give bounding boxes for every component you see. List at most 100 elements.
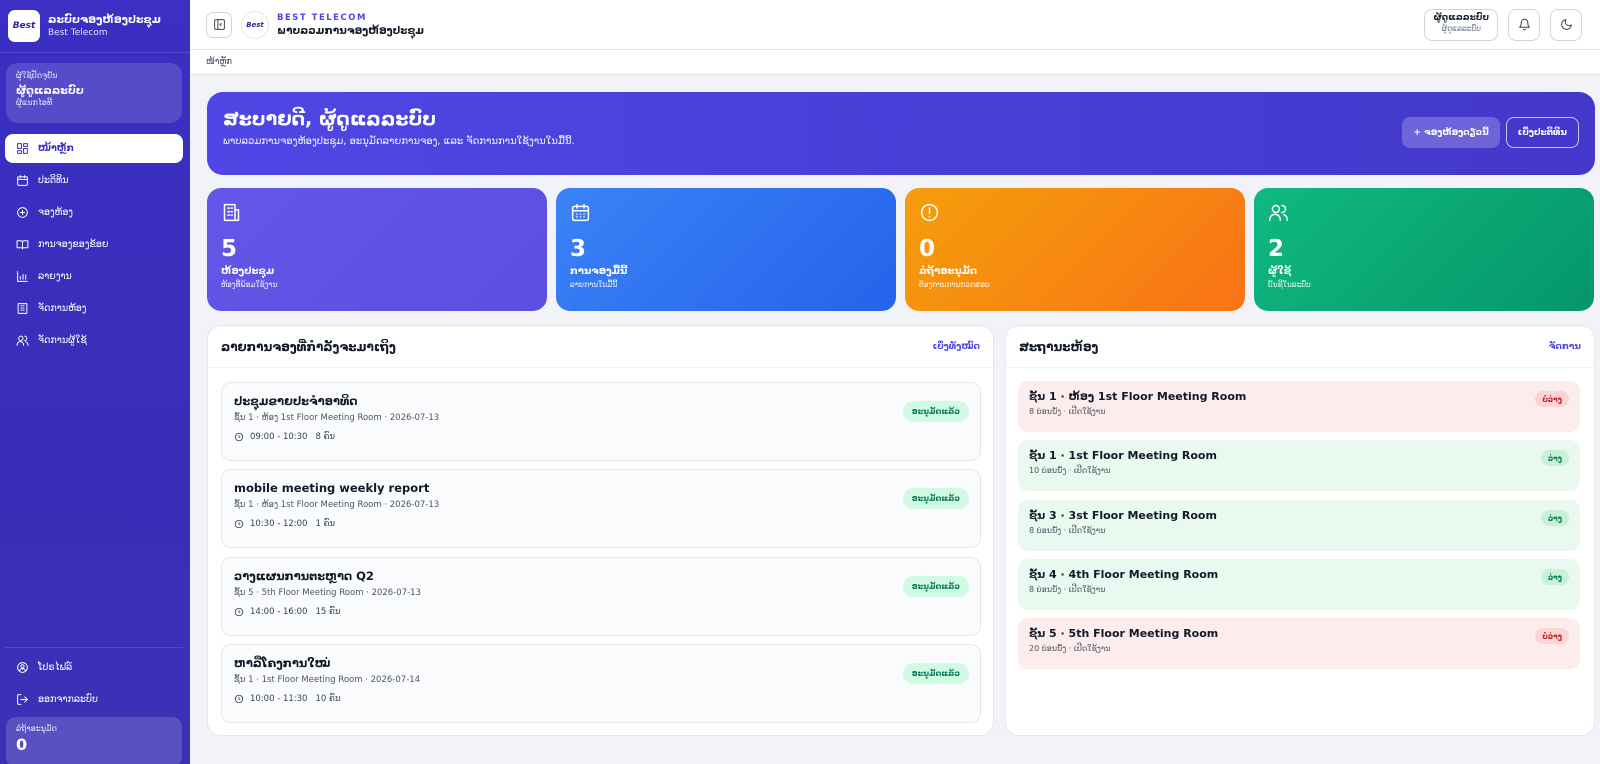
sidebar-item-manage-rooms[interactable]: ຈັດການຫ້ອງ (5, 294, 183, 323)
view-all-link[interactable]: ເບິ່ງທັງໝົດ (933, 342, 980, 352)
current-user-name: ຜູ້ດູແລລະບົບ (16, 84, 84, 97)
user-menu-button[interactable]: ຜູ້ດູແລລະບົບ ຜູ້ດູແລລະບົບ (1424, 8, 1498, 41)
booking-attendees: 10 ຄົນ (315, 694, 341, 704)
welcome-title: ສະບາຍດີ, ຜູ້ດູແລລະບົບ (223, 108, 437, 130)
sidebar-item-manage-users[interactable]: ຈັດການຜູ້ໃຊ້ (5, 326, 183, 355)
sidebar-item-profile[interactable]: ໂປຣໄຟລ໌ (5, 653, 183, 682)
clock-icon (234, 432, 244, 442)
topbar: Best BEST TELECOM ພາບລວມການຈອງຫ້ອງປະຊຸມ … (190, 0, 1600, 50)
booking-location: ຊັ້ນ 1 · 1st Floor Meeting Room · 2026-0… (234, 675, 421, 685)
company-logo: Best (241, 10, 269, 39)
panel-title: ສະຖານະຫ້ອງ (1019, 339, 1099, 354)
booking-title: ຫາລືໂຄງການໃໝ່ (234, 656, 331, 670)
dashboard-icon (15, 142, 29, 156)
current-user-card: ຜູ້ໃຊ້ປັດຈຸບັນ ຜູ້ດູແລລະບົບ ຜູ້ແນກໄອທີ (6, 63, 182, 123)
pending-count: 0 (16, 735, 28, 754)
building-icon (221, 202, 533, 227)
view-calendar-button[interactable]: ເບິ່ງປະຕິທິນ (1505, 117, 1579, 148)
stat-title: ຜູ້ໃຊ້ (1268, 266, 1292, 277)
room-status-badge: ວ່າງ (1540, 510, 1569, 526)
stat-title: ລໍຖ້າອະນຸມັດ (919, 266, 978, 277)
sidebar-item-calendar[interactable]: ປະຕິທິນ (5, 166, 183, 195)
user-role: ຜູ້ດູແລລະບົບ (1441, 23, 1481, 33)
room-name: ຊັ້ນ 5 · 5th Floor Meeting Room (1029, 627, 1219, 640)
logout-icon (15, 693, 29, 707)
status-badge: ອະນຸມັດແລ້ວ (902, 576, 969, 597)
panel-title: ລາຍການຈອງທີ່ກຳລັງຈະມາເຖິງ (221, 339, 396, 354)
sidebar-item-logout[interactable]: ອອກຈາກລະບົບ (5, 685, 183, 714)
booking-attendees: 8 ຄົນ (315, 432, 336, 442)
sidebar-item-label: ລາຍງານ (38, 271, 72, 282)
booking-title: ວາງແຜນການຕະຫຼາດ Q2 (234, 569, 374, 583)
clock-icon (234, 519, 244, 529)
stat-title: ການຈອງມື້ນີ້ (570, 266, 628, 277)
brand-title: ລະບົບຈອງຫ້ອງປະຊຸມ (48, 12, 161, 26)
sidebar-item-my-bookings[interactable]: ການຈອງຂອງຂ້ອຍ (5, 230, 183, 259)
moon-icon (1560, 19, 1572, 30)
booking-title: mobile meeting weekly report (234, 481, 430, 495)
calendar-icon (570, 202, 882, 227)
calendar-icon (15, 174, 29, 188)
room-status-badge: ບໍ່ວ່າງ (1535, 628, 1569, 644)
theme-toggle-button[interactable] (1550, 8, 1582, 41)
room-name: ຊັ້ນ 1 · 1st Floor Meeting Room (1029, 449, 1217, 462)
stat-value: 3 (570, 236, 587, 262)
book-icon (15, 238, 29, 252)
room-details: 20 ບ່ອນນັ່ງ · ເປີດໃຊ້ງານ (1029, 644, 1111, 653)
brand[interactable]: Best ລະບົບຈອງຫ້ອງປະຊຸມ Best Telecom (0, 0, 190, 53)
toggle-sidebar-button[interactable] (206, 11, 232, 38)
status-badge: ອະນຸມັດແລ້ວ (902, 401, 969, 422)
stat-card-pending[interactable]: 0 ລໍຖ້າອະນຸມັດ ຕ້ອງການການກວດສອບ (905, 188, 1245, 311)
user-circle-icon (15, 661, 29, 675)
page-title: ພາບລວມການຈອງຫ້ອງປະຊຸມ (277, 24, 425, 37)
stat-subtitle: ລາຍການໃນມື້ນີ້ (570, 280, 618, 289)
room-status-item[interactable]: ຊັ້ນ 1 · 1st Floor Meeting Room 10 ບ່ອນນ… (1018, 440, 1580, 491)
room-details: 8 ບ່ອນນັ່ງ · ເປີດໃຊ້ງານ (1029, 585, 1106, 594)
stat-subtitle: ບັນຊີໃນລະບົບ (1268, 280, 1311, 289)
stat-subtitle: ຕ້ອງການການກວດສອບ (919, 280, 990, 289)
sidebar-item-book-room[interactable]: ຈອງຫ້ອງ (5, 198, 183, 227)
room-status-item[interactable]: ຊັ້ນ 4 · 4th Floor Meeting Room 8 ບ່ອນນັ… (1018, 559, 1580, 610)
sidebar-item-label: ການຈອງຂອງຂ້ອຍ (38, 239, 109, 250)
room-details: 8 ບ່ອນນັ່ງ · ເປີດໃຊ້ງານ (1029, 407, 1106, 416)
sidebar-nav: ໜ້າຫຼັກ ປະຕິທິນ ຈອງຫ້ອງ ການຈອງຂອງຂ້ອຍ ລາ… (5, 134, 183, 358)
current-user-label: ຜູ້ໃຊ້ປັດຈຸບັນ (16, 71, 58, 80)
room-status-badge: ບໍ່ວ່າງ (1535, 391, 1569, 407)
pending-label: ລໍຖ້າອະນຸມັດ (16, 724, 58, 733)
stat-card-today-bookings[interactable]: 3 ການຈອງມື້ນີ້ ລາຍການໃນມື້ນີ້ (556, 188, 896, 311)
sidebar-item-dashboard[interactable]: ໜ້າຫຼັກ (5, 134, 183, 163)
sidebar-bottom-nav: ໂປຣໄຟລ໌ ອອກຈາກລະບົບ (5, 647, 183, 717)
stat-value: 2 (1268, 236, 1285, 262)
manage-rooms-link[interactable]: ຈັດການ (1549, 342, 1581, 352)
stat-card-users[interactable]: 2 ຜູ້ໃຊ້ ບັນຊີໃນລະບົບ (1254, 188, 1594, 311)
alert-circle-icon (919, 202, 1231, 227)
sidebar-item-label: ອອກຈາກລະບົບ (38, 694, 98, 705)
status-badge: ອະນຸມັດແລ້ວ (902, 488, 969, 509)
breadcrumb-current[interactable]: ໜ້າຫຼັກ (206, 57, 232, 67)
book-now-button[interactable]: + ຈອງຫ້ອງດຽວນີ້ (1402, 117, 1500, 148)
booking-location: ຊັ້ນ 5 · 5th Floor Meeting Room · 2026-0… (234, 588, 421, 598)
room-status-item[interactable]: ຊັ້ນ 5 · 5th Floor Meeting Room 20 ບ່ອນນ… (1018, 618, 1580, 669)
booking-location: ຊັ້ນ 1 · ຫ້ອງ 1st Floor Meeting Room · 2… (234, 500, 440, 510)
stat-value: 0 (919, 236, 936, 262)
room-status-item[interactable]: ຊັ້ນ 1 · ຫ້ອງ 1st Floor Meeting Room 8 ບ… (1018, 381, 1580, 432)
brand-logo: Best (8, 10, 40, 42)
booking-item[interactable]: ປະຊຸມຂາຍປະຈຳອາທິດ ຊັ້ນ 1 · ຫ້ອງ 1st Floo… (221, 382, 981, 461)
stat-card-rooms[interactable]: 5 ຫ້ອງປະຊຸມ ຫ້ອງທີ່ພ້ອມໃຊ້ງານ (207, 188, 547, 311)
sidebar-item-label: ຈັດການຫ້ອງ (38, 303, 87, 314)
booking-item[interactable]: mobile meeting weekly report ຊັ້ນ 1 · ຫ້… (221, 469, 981, 548)
room-details: 8 ບ່ອນນັ່ງ · ເປີດໃຊ້ງານ (1029, 526, 1106, 535)
sidebar-item-reports[interactable]: ລາຍງານ (5, 262, 183, 291)
booking-item[interactable]: ຫາລືໂຄງການໃໝ່ ຊັ້ນ 1 · 1st Floor Meeting… (221, 644, 981, 723)
bar-chart-icon (15, 270, 29, 284)
room-name: ຊັ້ນ 4 · 4th Floor Meeting Room (1029, 568, 1219, 581)
breadcrumb: ໜ້າຫຼັກ (190, 50, 1600, 75)
notifications-button[interactable] (1508, 8, 1540, 41)
room-status-item[interactable]: ຊັ້ນ 3 · 3st Floor Meeting Room 8 ບ່ອນນັ… (1018, 500, 1580, 551)
sidebar-item-label: ຈອງຫ້ອງ (38, 207, 73, 218)
room-name: ຊັ້ນ 3 · 3st Floor Meeting Room (1029, 509, 1217, 522)
booking-item[interactable]: ວາງແຜນການຕະຫຼາດ Q2 ຊັ້ນ 5 · 5th Floor Me… (221, 557, 981, 636)
booking-attendees: 1 ຄົນ (315, 519, 336, 529)
bell-icon (1518, 18, 1530, 31)
sidebar-toggle-icon (213, 19, 225, 30)
